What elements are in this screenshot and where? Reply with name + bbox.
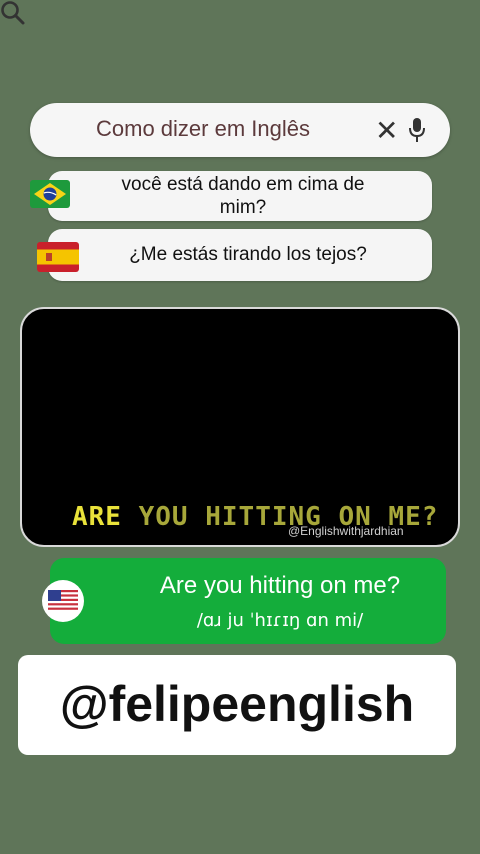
translation-row-es: ¿Me estás tirando los tejos?	[48, 229, 432, 281]
channel-handle: @felipeenglish	[59, 676, 415, 732]
translation-text-es: ¿Me estás tirando los tejos?	[129, 244, 367, 265]
video-watermark: @Englishwithjardhian	[288, 524, 404, 538]
caption-first-word: ARE	[72, 502, 122, 532]
handle-banner: @felipeenglish	[18, 655, 456, 755]
answer-text: Are you hitting on me?	[159, 572, 401, 599]
answer-card: Are you hitting on me? /ɑɹ ju ˈhɪɾɪŋ ɑn …	[50, 558, 446, 644]
search-icon	[1, 1, 25, 25]
close-icon[interactable]: ✕	[375, 117, 398, 145]
translation-text-pt: você está dando em cima de mim?	[121, 174, 365, 218]
translation-row-pt: você está dando em cima de mim?	[48, 171, 432, 221]
us-flag-icon	[42, 580, 84, 622]
brazil-flag-icon	[30, 180, 70, 208]
video-player[interactable]: ARE YOU HITTING ON ME? @Englishwithjardh…	[20, 307, 460, 547]
search-query[interactable]: Como dizer em Inglês	[96, 116, 310, 142]
mic-icon[interactable]	[408, 117, 426, 143]
answer-ipa: /ɑɹ ju ˈhɪɾɪŋ ɑn mi/	[196, 610, 364, 631]
spain-flag-icon	[37, 242, 79, 272]
